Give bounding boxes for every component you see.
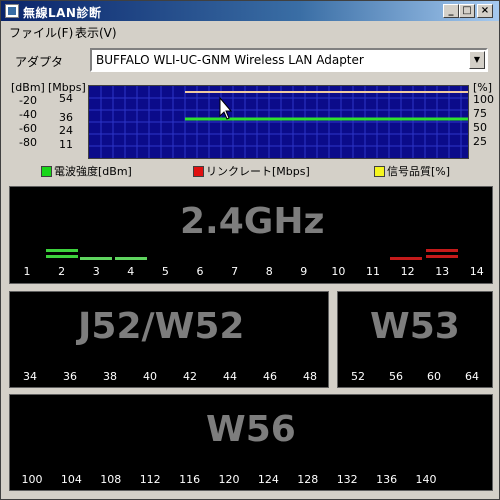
pct-tick: 50 (473, 121, 487, 134)
dbm-tick: -60 (19, 122, 37, 135)
band-w56-title: W56 (206, 409, 296, 450)
channel-label: 108 (100, 473, 122, 486)
channel-label: 44 (223, 370, 237, 383)
channel-label: 11 (366, 265, 380, 278)
channel-bar (426, 255, 458, 258)
channel-label: 36 (63, 370, 77, 383)
close-button[interactable]: × (477, 4, 493, 18)
channel-label: 120 (218, 473, 240, 486)
channel-label: 42 (183, 370, 197, 383)
menu-view[interactable]: 表示(V) (75, 24, 117, 41)
dbm-unit-label: [dBm] (11, 81, 45, 94)
dbm-tick: -20 (19, 94, 37, 107)
window-title: 無線LAN診断 (23, 6, 102, 20)
band-2-4ghz-title: 2.4GHz (180, 201, 325, 242)
menu-file[interactable]: ファイル(F) (9, 24, 73, 41)
channel-bar (46, 255, 78, 258)
channel-label: 5 (161, 265, 169, 278)
dbm-tick: -40 (19, 108, 37, 121)
mbps-tick: 54 (59, 92, 73, 105)
channel-label: 10 (331, 265, 346, 278)
channel-label: 8 (265, 265, 273, 278)
channel-label: 64 (465, 370, 479, 383)
channel-label: 6 (196, 265, 204, 278)
channel-bar (390, 257, 422, 260)
channel-label: 3 (92, 265, 100, 278)
adapter-value: BUFFALO WLI-UC-GNM Wireless LAN Adapter (96, 53, 364, 67)
channel-label: 38 (103, 370, 117, 383)
legend-signal: 電波強度[dBm] (41, 163, 132, 179)
signal-graph (88, 85, 469, 159)
chevron-down-icon[interactable]: ▼ (469, 51, 485, 69)
channel-label: 46 (263, 370, 277, 383)
minimize-button[interactable]: _ (443, 4, 459, 18)
channel-label: 40 (143, 370, 157, 383)
legend-signal-label: 電波強度[dBm] (54, 165, 132, 178)
mbps-tick: 24 (59, 124, 73, 137)
channel-label: 128 (297, 473, 319, 486)
channel-label: 140 (415, 473, 437, 486)
dbm-tick: -80 (19, 136, 37, 149)
channel-label: 136 (376, 473, 398, 486)
band-j52-w52-title: J52/W52 (78, 306, 245, 347)
channel-label: 34 (23, 370, 37, 383)
channel-bar (426, 249, 458, 252)
adapter-label: アダプタ (15, 55, 64, 69)
maximize-button[interactable]: □ (459, 4, 475, 18)
channel-label: 2 (58, 265, 66, 278)
channel-label: 104 (60, 473, 82, 486)
channel-label: 1 (23, 265, 31, 278)
legend-swatch-signal (41, 166, 52, 177)
adapter-select[interactable]: BUFFALO WLI-UC-GNM Wireless LAN Adapter … (90, 48, 488, 72)
channel-label: 52 (351, 370, 365, 383)
mbps-tick: 11 (59, 138, 73, 151)
channel-label: 124 (257, 473, 279, 486)
channel-label: 13 (435, 265, 450, 278)
mbps-tick: 36 (59, 111, 73, 124)
band-2-4ghz-panel: 2.4GHz 1 2 3 4 5 6 7 8 9 10 11 12 13 14 (9, 186, 493, 284)
legend-quality-label: 信号品質[%] (387, 165, 451, 178)
legend-swatch-quality (374, 166, 385, 177)
app-icon (5, 4, 19, 18)
pct-tick: 25 (473, 135, 487, 148)
channel-label: 56 (389, 370, 403, 383)
channel-label: 60 (427, 370, 441, 383)
app-window: 無線LAN診断 _ □ × ファイル(F) 表示(V) アダプタ BUFFALO… (0, 0, 500, 500)
mouse-cursor-icon (219, 96, 233, 120)
band-w53-title: W53 (370, 306, 460, 347)
channel-label: 112 (139, 473, 161, 486)
channel-label: 7 (231, 265, 239, 278)
channel-bar (115, 257, 147, 260)
legend-rate: リンクレート[Mbps] (193, 163, 310, 179)
legend-quality: 信号品質[%] (374, 163, 450, 179)
channel-label: 12 (400, 265, 415, 278)
band-w56-panel: W56 100 104 108 112 116 120 124 128 132 136 140 (9, 394, 493, 491)
pct-tick: 100 (473, 93, 494, 106)
channel-label: 132 (336, 473, 358, 486)
title-bar[interactable]: 無線LAN診断 _ □ × (1, 1, 499, 21)
band-w53-panel: W53 52 56 60 64 (337, 291, 493, 388)
legend-rate-label: リンクレート[Mbps] (206, 165, 310, 178)
menu-bar: ファイル(F) 表示(V) (1, 22, 499, 41)
channel-label: 48 (303, 370, 317, 383)
graph-canvas (89, 86, 468, 158)
legend-swatch-rate (193, 166, 204, 177)
channel-label: 14 (469, 265, 484, 278)
channel-label: 9 (300, 265, 308, 278)
channel-label: 4 (127, 265, 135, 278)
channel-bar (80, 257, 112, 260)
pct-tick: 75 (473, 107, 487, 120)
channel-label: 116 (179, 473, 201, 486)
channel-bar (46, 249, 78, 252)
channel-label: 100 (21, 473, 43, 486)
band-j52-w52-panel: J52/W52 34 36 38 40 42 44 46 48 (9, 291, 329, 388)
